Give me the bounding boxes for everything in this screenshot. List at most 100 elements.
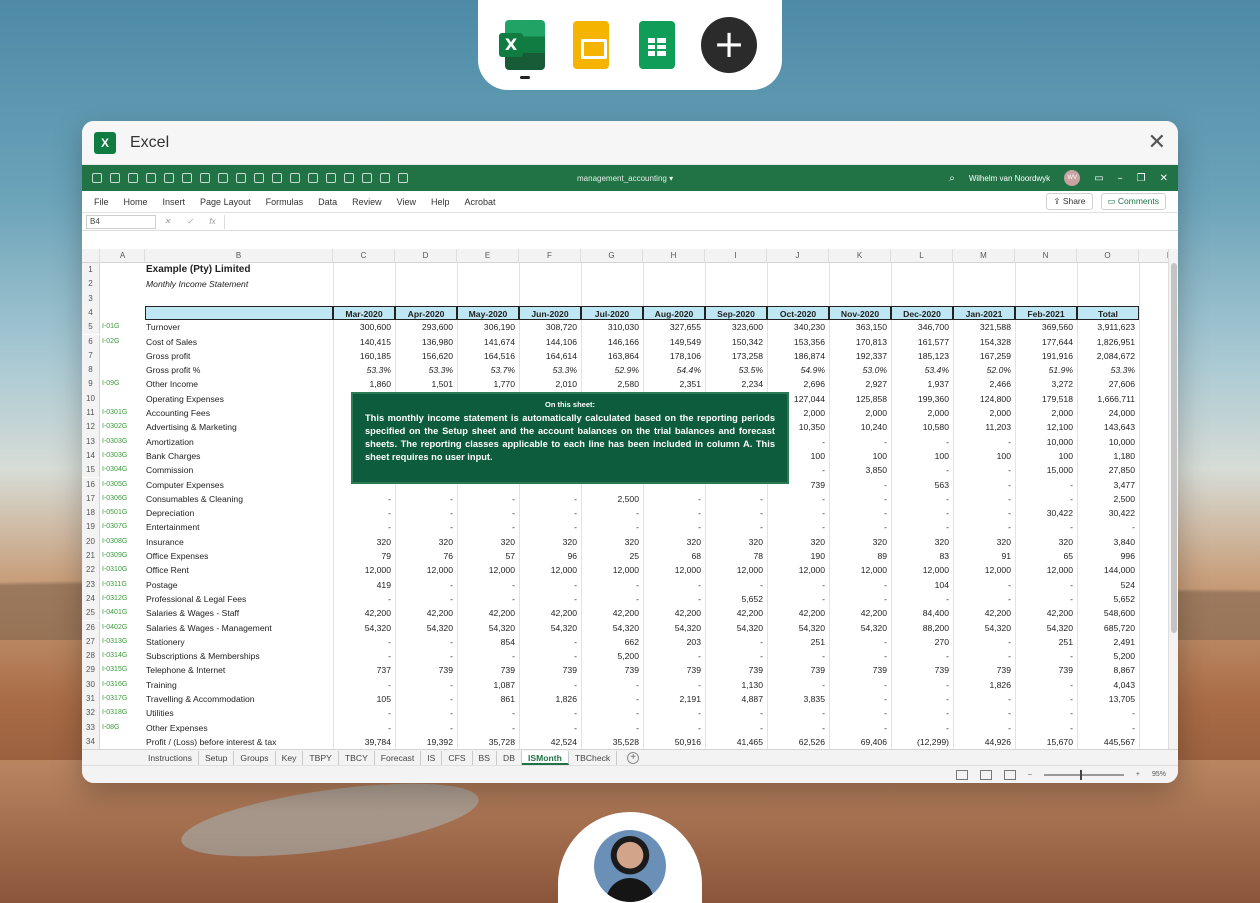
column-header-d[interactable]: D: [395, 249, 457, 263]
value-cell[interactable]: 52.9%: [581, 363, 643, 377]
close-icon[interactable]: ✕: [1148, 130, 1166, 155]
value-cell[interactable]: 53.5%: [705, 363, 767, 377]
value-cell[interactable]: 96: [519, 549, 581, 563]
value-cell[interactable]: -: [581, 692, 643, 706]
reporting-class-cell[interactable]: I-0401G: [101, 606, 145, 620]
value-cell[interactable]: -: [1015, 706, 1077, 720]
value-cell[interactable]: 2,000: [891, 406, 953, 420]
account-label-cell[interactable]: Other Income: [145, 377, 333, 391]
value-cell[interactable]: 42,200: [395, 606, 457, 620]
value-cell[interactable]: -: [643, 592, 705, 606]
sheet-subtitle[interactable]: Monthly Income Statement: [145, 277, 333, 291]
value-cell[interactable]: -: [1077, 706, 1139, 720]
value-cell[interactable]: -: [953, 721, 1015, 735]
value-cell[interactable]: 185,123: [891, 349, 953, 363]
row-number[interactable]: 31: [82, 692, 100, 707]
search-icon[interactable]: ⌕: [949, 173, 955, 184]
value-cell[interactable]: -: [333, 721, 395, 735]
row-number[interactable]: 17: [82, 491, 100, 507]
value-cell[interactable]: 54,320: [519, 621, 581, 635]
zoom-icon[interactable]: [380, 173, 390, 183]
value-cell[interactable]: 2,580: [581, 377, 643, 391]
sheet-tab-setup[interactable]: Setup: [199, 750, 235, 765]
value-cell[interactable]: 1,826: [519, 692, 581, 706]
zoom-level[interactable]: 95%: [1152, 771, 1166, 778]
value-cell[interactable]: 300,600: [333, 320, 395, 334]
value-cell[interactable]: 149,549: [643, 335, 705, 349]
value-cell[interactable]: 4,887: [705, 692, 767, 706]
function-icon[interactable]: fx: [209, 217, 215, 226]
row-number[interactable]: 7: [82, 348, 100, 364]
value-cell[interactable]: 1,937: [891, 377, 953, 391]
value-cell[interactable]: 1,826: [953, 678, 1015, 692]
account-label-cell[interactable]: Telephone & Internet: [145, 663, 333, 677]
value-cell[interactable]: 419: [333, 578, 395, 592]
value-cell[interactable]: -: [829, 678, 891, 692]
value-cell[interactable]: -: [767, 721, 829, 735]
print-icon[interactable]: [146, 173, 156, 183]
zoom-in-icon[interactable]: +: [1136, 771, 1140, 778]
reporting-class-cell[interactable]: I-01G: [101, 320, 145, 334]
reporting-class-cell[interactable]: [101, 392, 145, 406]
value-cell[interactable]: 2,234: [705, 377, 767, 391]
value-cell[interactable]: -: [457, 578, 519, 592]
value-cell[interactable]: 320: [1015, 535, 1077, 549]
row-number[interactable]: 4: [82, 305, 100, 321]
reporting-class-cell[interactable]: I-08G: [101, 721, 145, 735]
sheet-tab-groups[interactable]: Groups: [234, 750, 276, 765]
value-cell[interactable]: -: [705, 649, 767, 663]
value-cell[interactable]: -: [395, 721, 457, 735]
sheet-tab-tbcy[interactable]: TBCY: [339, 750, 375, 765]
sheet-tab-key[interactable]: Key: [276, 750, 304, 765]
row-number[interactable]: 28: [82, 649, 100, 664]
value-cell[interactable]: 2,191: [643, 692, 705, 706]
value-cell[interactable]: -: [1015, 592, 1077, 606]
value-cell[interactable]: 167,259: [953, 349, 1015, 363]
header-cell[interactable]: Feb-2021: [1015, 305, 1077, 321]
value-cell[interactable]: -: [1015, 678, 1077, 692]
value-cell[interactable]: 42,200: [581, 606, 643, 620]
value-cell[interactable]: -: [643, 520, 705, 534]
value-cell[interactable]: -: [333, 649, 395, 663]
value-cell[interactable]: 124,800: [953, 392, 1015, 406]
save-icon[interactable]: [92, 173, 102, 183]
account-label-cell[interactable]: Entertainment: [145, 520, 333, 534]
new-file-icon[interactable]: [110, 173, 120, 183]
header-cell[interactable]: Mar-2020: [333, 305, 395, 321]
reporting-class-cell[interactable]: I-0306G: [101, 492, 145, 506]
sheet-tab-tbpy[interactable]: TBPY: [303, 750, 339, 765]
value-cell[interactable]: -: [829, 435, 891, 449]
value-cell[interactable]: 2,500: [581, 492, 643, 506]
value-cell[interactable]: -: [519, 592, 581, 606]
value-cell[interactable]: 160,185: [333, 349, 395, 363]
column-header-m[interactable]: M: [953, 249, 1015, 263]
column-header-b[interactable]: B: [145, 249, 333, 263]
reporting-class-cell[interactable]: I-0501G: [101, 506, 145, 520]
value-cell[interactable]: -: [953, 592, 1015, 606]
value-cell[interactable]: 100: [829, 449, 891, 463]
ribbon-tab-acrobat[interactable]: Acrobat: [465, 197, 496, 207]
account-label-cell[interactable]: Depreciation: [145, 506, 333, 520]
value-cell[interactable]: 363,150: [829, 320, 891, 334]
value-cell[interactable]: 308,720: [519, 320, 581, 334]
value-cell[interactable]: -: [767, 492, 829, 506]
value-cell[interactable]: 54,320: [395, 621, 457, 635]
value-cell[interactable]: -: [953, 463, 1015, 477]
value-cell[interactable]: 1,826,951: [1077, 335, 1139, 349]
value-cell[interactable]: 861: [457, 692, 519, 706]
value-cell[interactable]: 42,200: [457, 606, 519, 620]
value-cell[interactable]: -: [705, 506, 767, 520]
row-number[interactable]: 25: [82, 606, 100, 621]
ribbon-tab-help[interactable]: Help: [431, 197, 450, 207]
row-number[interactable]: 32: [82, 706, 100, 721]
value-cell[interactable]: -: [581, 520, 643, 534]
value-cell[interactable]: 69,406: [829, 735, 891, 749]
filter-icon[interactable]: [218, 173, 228, 183]
sheet-tab-tbcheck[interactable]: TBCheck: [569, 750, 618, 765]
value-cell[interactable]: 563: [891, 478, 953, 492]
page-layout-view-icon[interactable]: [979, 769, 992, 780]
value-cell[interactable]: -: [457, 506, 519, 520]
value-cell[interactable]: 146,166: [581, 335, 643, 349]
value-cell[interactable]: 340,230: [767, 320, 829, 334]
ribbon-display-icon[interactable]: ▭: [1094, 173, 1103, 184]
